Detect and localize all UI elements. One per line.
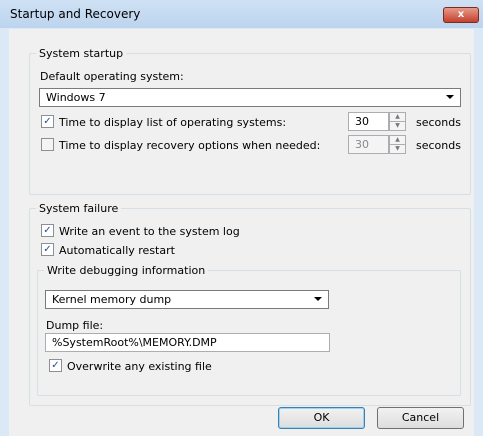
display-list-unit: seconds: [416, 116, 461, 129]
chevron-down-icon: [446, 95, 454, 99]
checkmark-icon: ✓: [43, 225, 52, 236]
spin-down-icon[interactable]: ▼: [390, 145, 405, 153]
checkmark-icon: ✓: [43, 244, 52, 255]
display-list-value: 30: [355, 115, 369, 128]
display-list-spinner[interactable]: ▲ ▼: [389, 112, 406, 131]
auto-restart-checkbox[interactable]: ✓: [41, 243, 54, 256]
title-bar[interactable]: Startup and Recovery x: [0, 0, 483, 28]
display-recovery-checkbox[interactable]: [41, 138, 54, 151]
window-title: Startup and Recovery: [10, 7, 141, 21]
auto-restart-label: Automatically restart: [59, 244, 175, 257]
overwrite-label: Overwrite any existing file: [67, 360, 212, 373]
dump-type-select[interactable]: Kernel memory dump: [45, 290, 329, 309]
display-recovery-label: Time to display recovery options when ne…: [59, 139, 321, 152]
system-startup-title: System startup: [36, 47, 127, 60]
write-event-label: Write an event to the system log: [59, 225, 240, 238]
debug-info-title: Write debugging information: [44, 264, 209, 277]
write-event-checkbox[interactable]: ✓: [41, 224, 54, 237]
display-list-label: Time to display list of operating system…: [59, 116, 287, 129]
display-recovery-seconds-input[interactable]: 30: [348, 135, 389, 154]
startup-recovery-window: Startup and Recovery x System startup De…: [0, 0, 483, 436]
checkmark-icon: ✓: [43, 116, 52, 127]
cancel-button[interactable]: Cancel: [377, 407, 464, 429]
display-recovery-spinner[interactable]: ▲ ▼: [389, 135, 406, 154]
display-list-checkbox[interactable]: ✓: [41, 115, 54, 128]
checkmark-icon: ✓: [51, 360, 60, 371]
spin-up-icon[interactable]: ▲: [390, 136, 405, 145]
dump-file-input[interactable]: %SystemRoot%\MEMORY.DMP: [45, 333, 330, 352]
dialog-body: System startup Default operating system:…: [9, 29, 474, 436]
close-button[interactable]: x: [443, 7, 479, 23]
overwrite-checkbox[interactable]: ✓: [49, 359, 62, 372]
chevron-down-icon: [314, 297, 322, 301]
system-failure-title: System failure: [36, 202, 122, 215]
close-icon: x: [457, 9, 465, 20]
spin-up-icon[interactable]: ▲: [390, 113, 405, 122]
dump-type-value: Kernel memory dump: [52, 293, 172, 306]
ok-button[interactable]: OK: [278, 407, 365, 429]
default-os-label: Default operating system:: [40, 70, 184, 83]
default-os-value: Windows 7: [46, 91, 106, 104]
display-recovery-unit: seconds: [416, 139, 461, 152]
default-os-select[interactable]: Windows 7: [39, 88, 461, 107]
spin-down-icon[interactable]: ▼: [390, 122, 405, 130]
display-list-seconds-input[interactable]: 30: [348, 112, 389, 131]
display-recovery-value: 30: [355, 138, 369, 151]
dump-file-label: Dump file:: [46, 319, 104, 332]
dump-file-value: %SystemRoot%\MEMORY.DMP: [52, 336, 217, 349]
